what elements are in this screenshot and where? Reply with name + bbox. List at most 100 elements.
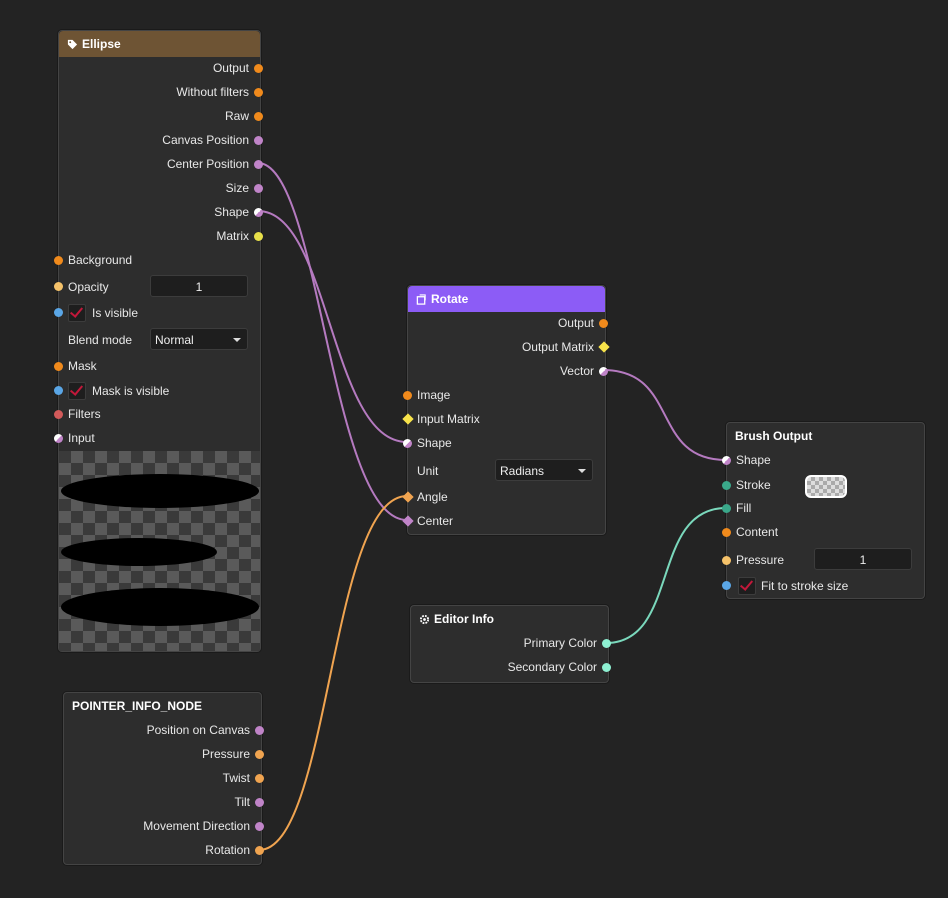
pointer-pressure-socket[interactable] [255,750,264,759]
tilt-socket[interactable] [255,798,264,807]
is-visible-socket[interactable] [54,308,63,317]
fit-to-stroke-checkbox[interactable] [738,577,756,595]
brush-output-node[interactable]: Brush Output Shape Stroke Fill Content P… [722,422,925,599]
brush-shape-socket[interactable] [722,456,731,465]
wire-vector-to-brush-shape [602,369,727,461]
matrix-socket[interactable] [254,232,263,241]
unit-dropdown[interactable]: Radians [495,459,593,481]
mask-label: Mask [68,359,97,373]
opacity-socket[interactable] [54,282,63,291]
fit-to-stroke-socket[interactable] [722,581,731,590]
chevron-down-icon [578,469,586,473]
unit-label: Unit [417,464,439,478]
output-label: Output [212,61,249,75]
gear-icon [419,614,430,624]
wire-primary-color-to-fill [605,507,727,644]
mask-is-visible-checkbox[interactable] [68,382,86,400]
fill-label: Fill [736,501,752,515]
content-label: Content [736,525,779,539]
image-label: Image [417,388,451,402]
center-label: Center [417,514,454,528]
stroke-socket[interactable] [722,481,731,490]
rotate-title: Rotate [431,292,469,306]
image-socket[interactable] [403,391,412,400]
rotate-output-socket[interactable] [599,319,608,328]
pointer-info-node[interactable]: POINTER_INFO_NODE Position on Canvas Pre… [63,692,264,865]
angle-label: Angle [417,490,448,504]
primary-color-label: Primary Color [523,636,597,650]
is-visible-checkbox[interactable] [68,304,86,322]
pressure-label: Pressure [736,553,785,567]
rotate-shape-label: Shape [417,436,452,450]
vector-label: Vector [559,364,594,378]
is-visible-label: Is visible [92,306,139,320]
secondary-color-socket[interactable] [602,663,611,672]
wire-center-position-to-center [257,162,408,521]
raw-socket[interactable] [254,112,263,121]
content-socket[interactable] [722,528,731,537]
preview-ellipse-3 [61,588,259,626]
shape-label: Shape [214,205,249,219]
opacity-field[interactable]: 1 [150,275,248,297]
input-matrix-label: Input Matrix [417,412,480,426]
mask-socket[interactable] [54,362,63,371]
editor-info-header[interactable]: Editor Info [411,606,608,632]
input-label: Input [68,431,95,445]
fit-to-stroke-label: Fit to stroke size [761,579,849,593]
output-socket[interactable] [254,64,263,73]
without-filters-socket[interactable] [254,88,263,97]
vector-socket[interactable] [599,367,608,376]
check-icon [69,304,84,318]
stroke-label: Stroke [736,478,771,492]
rotate-node-header[interactable]: Rotate [408,286,605,312]
canvas-position-label: Canvas Position [162,133,249,147]
mask-is-visible-socket[interactable] [54,386,63,395]
wire-shape-to-shape [257,210,408,443]
rotate-node[interactable]: Rotate Output Output Matrix Vector Image… [402,285,610,535]
twist-label: Twist [222,771,250,785]
ellipse-preview [59,451,260,651]
check-icon [69,382,84,396]
background-socket[interactable] [54,256,63,265]
fill-socket[interactable] [722,504,731,513]
canvas-position-socket[interactable] [254,136,263,145]
rotation-socket[interactable] [255,846,264,855]
angle-socket[interactable] [402,491,414,503]
position-on-canvas-label: Position on Canvas [146,723,250,737]
preview-ellipse-2 [61,538,217,566]
tag-icon [67,39,78,49]
blend-mode-dropdown[interactable]: Normal [150,328,248,350]
chevron-down-icon [233,338,241,342]
size-label: Size [225,181,249,195]
ellipse-node[interactable]: Ellipse Output Without filters Raw Canva… [54,30,263,652]
matrix-label: Matrix [216,229,249,243]
pressure-socket[interactable] [722,556,731,565]
rotate-shape-socket[interactable] [403,439,412,448]
size-socket[interactable] [254,184,263,193]
ellipse-node-header[interactable]: Ellipse [59,31,260,57]
twist-socket[interactable] [255,774,264,783]
input-matrix-socket[interactable] [402,413,414,425]
pointer-info-header[interactable]: POINTER_INFO_NODE [64,693,261,719]
rotate-output-label: Output [557,316,594,330]
center-position-socket[interactable] [254,160,263,169]
position-on-canvas-socket[interactable] [255,726,264,735]
movement-direction-socket[interactable] [255,822,264,831]
center-socket[interactable] [402,515,414,527]
blend-mode-value: Normal [155,333,194,347]
center-position-label: Center Position [166,157,249,171]
input-socket[interactable] [54,434,63,443]
wire-rotation-to-angle [258,495,408,851]
primary-color-socket[interactable] [602,639,611,648]
stroke-color-swatch[interactable] [805,475,847,498]
raw-label: Raw [224,109,249,123]
output-matrix-socket[interactable] [598,341,610,353]
brush-output-header[interactable]: Brush Output [727,423,924,449]
opacity-label: Opacity [68,280,109,294]
pressure-field[interactable]: 1 [814,548,912,570]
shape-socket[interactable] [254,208,263,217]
blend-mode-label: Blend mode [68,333,133,347]
filters-socket[interactable] [54,410,63,419]
editor-info-node[interactable]: Editor Info Primary Color Secondary Colo… [410,605,611,683]
rotate-icon [416,293,426,305]
